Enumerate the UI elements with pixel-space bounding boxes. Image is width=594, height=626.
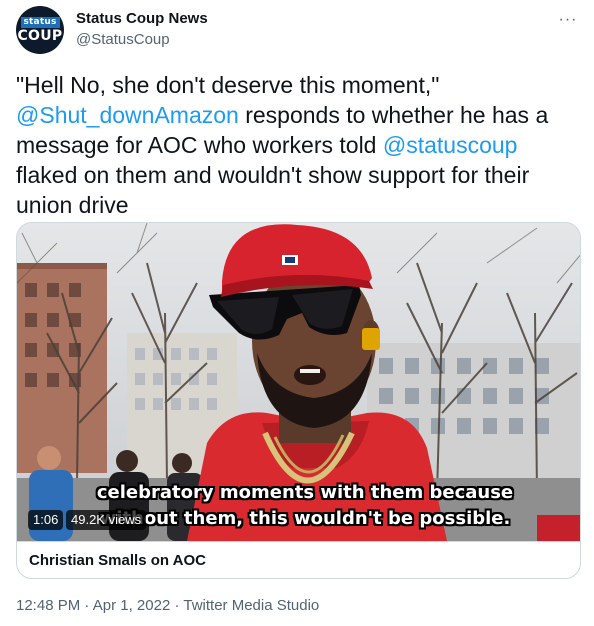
- avatar[interactable]: status COUP: [16, 6, 64, 54]
- meta-separator: ·: [80, 597, 93, 614]
- author-handle[interactable]: @StatusCoup: [76, 31, 170, 48]
- media-card-title[interactable]: Christian Smalls on AOC: [17, 541, 580, 578]
- mention-statuscoup[interactable]: @statuscoup: [383, 132, 518, 158]
- tweet: status COUP Status Coup News @StatusCoup…: [0, 0, 594, 626]
- more-options-icon[interactable]: ···: [556, 8, 580, 32]
- video-player[interactable]: celebratory moments with them because wi…: [17, 223, 580, 541]
- media-card[interactable]: celebratory moments with them because wi…: [16, 222, 581, 579]
- tweet-text: "Hell No, she don't deserve this moment,…: [16, 70, 571, 220]
- video-duration: 1:06: [28, 510, 64, 530]
- tweet-text-part1: "Hell No, she don't deserve this moment,…: [16, 72, 440, 98]
- avatar-text-bottom: COUP: [17, 27, 63, 44]
- author-name[interactable]: Status Coup News: [76, 10, 208, 27]
- avatar-text-top: status: [20, 16, 60, 28]
- tweet-time[interactable]: 12:48 PM: [16, 597, 80, 614]
- tweet-source[interactable]: Twitter Media Studio: [183, 597, 319, 614]
- mention-shut-down-amazon[interactable]: @Shut_downAmazon: [16, 102, 239, 128]
- tweet-meta: 12:48 PM · Apr 1, 2022 · Twitter Media S…: [16, 597, 319, 614]
- meta-separator: ·: [170, 597, 184, 614]
- tweet-date[interactable]: Apr 1, 2022: [93, 597, 171, 614]
- video-views: 49.2K views: [66, 510, 147, 530]
- video-caption-line1: celebratory moments with them because: [96, 482, 514, 503]
- tweet-text-part3: flaked on them and wouldn't show support…: [16, 162, 530, 218]
